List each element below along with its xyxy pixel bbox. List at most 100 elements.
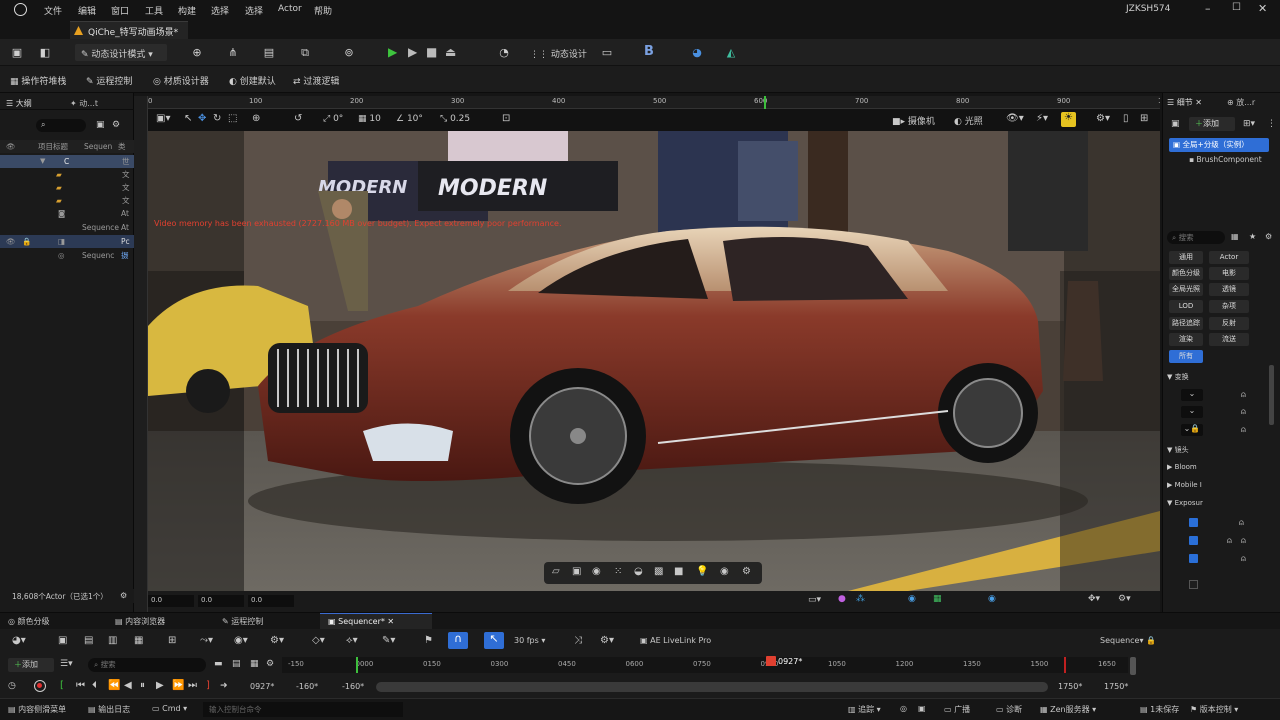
record-button[interactable]: [34, 680, 46, 692]
filter-global-illumination[interactable]: 全局光照: [1169, 283, 1203, 296]
clapper-icon[interactable]: ▥: [108, 635, 117, 646]
trace-button[interactable]: ▥ 追踪 ▾: [848, 704, 881, 715]
cine-icon[interactable]: ▦: [134, 635, 143, 646]
livelink-button[interactable]: ▣ AE LiveLink Pro: [640, 636, 711, 645]
maximize-viewport-icon[interactable]: ⊡: [502, 113, 510, 124]
list-item[interactable]: ◎ Sequenc 摄: [0, 249, 134, 262]
frame-input[interactable]: 0927*: [250, 682, 274, 691]
viewport-settings-icon[interactable]: ⚙▾: [1096, 113, 1110, 124]
exposure-checkbox[interactable]: [1189, 536, 1198, 545]
add-actor-icon[interactable]: ⊕: [190, 46, 204, 60]
blueprint-small-icon[interactable]: ▣: [1171, 119, 1180, 129]
tab-level[interactable]: QiChe_特写动画场景*: [70, 21, 188, 39]
scale-dropdown[interactable]: ⌄🔒: [1181, 424, 1203, 436]
menu-edit[interactable]: 编辑: [78, 4, 96, 17]
cmd-dropdown[interactable]: ▭ Cmd ▾: [152, 704, 187, 713]
table-view-icon[interactable]: ▦: [1231, 232, 1239, 241]
go-start-icon[interactable]: ⏮: [76, 680, 85, 691]
create-default-button[interactable]: ◐ 创建默认: [229, 74, 276, 87]
remote-control-button[interactable]: ✎ 运程控制: [86, 74, 132, 87]
details-scrollbar[interactable]: [1269, 365, 1274, 425]
seq-options-icon[interactable]: ▦: [250, 659, 259, 669]
performance-icon[interactable]: ☀: [1061, 112, 1076, 127]
maximize-icon[interactable]: ☐: [1232, 2, 1241, 13]
component-root[interactable]: ▣ 全局+分级（实例）: [1169, 138, 1269, 152]
compile-icon[interactable]: ◔: [497, 46, 511, 60]
section-mobile[interactable]: ▶ Mobile I: [1167, 481, 1202, 489]
next-key-icon[interactable]: ⏩: [172, 680, 184, 691]
viewport-options-icon[interactable]: ▣▾: [156, 113, 170, 124]
operator-stack-button[interactable]: ▦ 操作符堆栈: [10, 74, 66, 87]
location-dropdown[interactable]: ⌄: [1181, 389, 1203, 401]
rotation-snap[interactable]: ∠ 10°: [396, 114, 423, 124]
menu-build[interactable]: 构建: [178, 4, 196, 17]
zen-server-button[interactable]: ▦ Zen服务器 ▾: [1040, 704, 1096, 715]
display-icon[interactable]: ▭: [600, 46, 614, 60]
view-start-input[interactable]: -160*: [296, 682, 318, 691]
eye-icon[interactable]: 👁: [6, 235, 16, 248]
details-search[interactable]: ⌕ 搜索: [1167, 231, 1225, 244]
curve-editor-icon[interactable]: ⤨: [574, 635, 582, 646]
plugin-icon[interactable]: ◭: [724, 46, 738, 60]
select-icon[interactable]: ↖: [184, 113, 192, 124]
menu-tools[interactable]: 工具: [145, 4, 163, 17]
end-marker[interactable]: [1064, 657, 1066, 673]
show-icon[interactable]: 👁▾: [1006, 113, 1024, 124]
reverse-play-icon[interactable]: ◀: [124, 680, 132, 691]
stop-icon[interactable]: ■: [426, 45, 437, 59]
tab-animation[interactable]: ✦ 动...t: [70, 98, 98, 109]
world-dropdown-icon[interactable]: ◕▾: [12, 635, 26, 646]
menu-file[interactable]: 文件: [44, 4, 62, 17]
work-start-input[interactable]: -160*: [342, 682, 364, 691]
eject-icon[interactable]: ⏏: [445, 45, 456, 59]
tab-outliner[interactable]: ☰ 大纲: [6, 98, 32, 109]
filter-all[interactable]: 所有: [1169, 350, 1203, 363]
lighting-dropdown[interactable]: ◐ 光照: [954, 114, 983, 127]
mode-light-icon[interactable]: ◒: [634, 566, 643, 577]
seq-options-icon[interactable]: ▤: [232, 659, 241, 669]
exposure-checkbox[interactable]: [1189, 518, 1198, 527]
render-icon[interactable]: ▤: [84, 635, 93, 646]
tab-place[interactable]: ⊕ 放...r: [1227, 97, 1255, 108]
camera-status-icon[interactable]: ◎: [900, 704, 907, 713]
tab-details[interactable]: ☰ 细节 ✕: [1167, 97, 1202, 108]
details-more-icon[interactable]: ⋮: [1267, 119, 1276, 129]
tab-remote-control[interactable]: ✎ 运程控制: [222, 616, 263, 627]
menu-select[interactable]: 选择: [245, 4, 263, 17]
seq-options-icon[interactable]: ▬: [214, 659, 223, 669]
reset-icon[interactable]: ⍝: [1239, 518, 1244, 528]
reset-icon[interactable]: ⍝: [1227, 536, 1232, 546]
list-item[interactable]: ▼ C 世: [0, 155, 134, 168]
sequence-name[interactable]: Sequence▾ 🔒: [1100, 636, 1156, 645]
list-item[interactable]: ▰ 文: [0, 168, 134, 181]
platform-icon[interactable]: ⧉: [298, 46, 312, 60]
list-item[interactable]: 👁 🔒 ◨ Pc: [0, 235, 134, 248]
filter-lod[interactable]: LOD: [1169, 300, 1203, 313]
mode-sphere-icon[interactable]: ◉: [592, 566, 601, 577]
mode-bulb-icon[interactable]: 💡: [696, 566, 708, 577]
layout-grid-icon[interactable]: ⊞: [1140, 113, 1148, 124]
color-picker-icon[interactable]: ●: [838, 594, 846, 604]
save-seq-icon[interactable]: ▣: [58, 635, 67, 646]
ruler-scrollbar[interactable]: [1130, 657, 1136, 675]
tab-sequencer[interactable]: ▣ Sequencer* ✕: [320, 613, 432, 629]
menu-window[interactable]: 窗口: [111, 4, 129, 17]
cinematics-icon[interactable]: ▤: [262, 46, 276, 60]
pointer-icon[interactable]: ↖: [484, 632, 504, 649]
broadcast-icon[interactable]: ⊚: [342, 46, 356, 60]
playhead[interactable]: [766, 656, 776, 666]
bottom-settings-icon[interactable]: ⚙▾: [1118, 594, 1131, 604]
snap-icon[interactable]: ⚑: [424, 635, 433, 646]
add-component-button[interactable]: ＋添加: [1189, 117, 1235, 131]
output-log-button[interactable]: ▤ 输出日志: [88, 704, 130, 715]
play-icon[interactable]: ▶: [388, 45, 397, 59]
reset-icon[interactable]: ⍝: [1241, 554, 1246, 564]
menu-help[interactable]: 帮助: [314, 4, 332, 17]
lock-icon[interactable]: 🔒: [22, 235, 31, 248]
save-icon[interactable]: ▣: [10, 46, 24, 60]
transition-logic-button[interactable]: ⇄ 过渡逻辑: [293, 74, 339, 87]
globe-icon[interactable]: ◕: [690, 46, 704, 60]
filter-actor[interactable]: Actor: [1209, 251, 1249, 264]
filter-general[interactable]: 通用: [1169, 251, 1203, 264]
mode-grid-icon[interactable]: ⁙: [614, 566, 622, 577]
